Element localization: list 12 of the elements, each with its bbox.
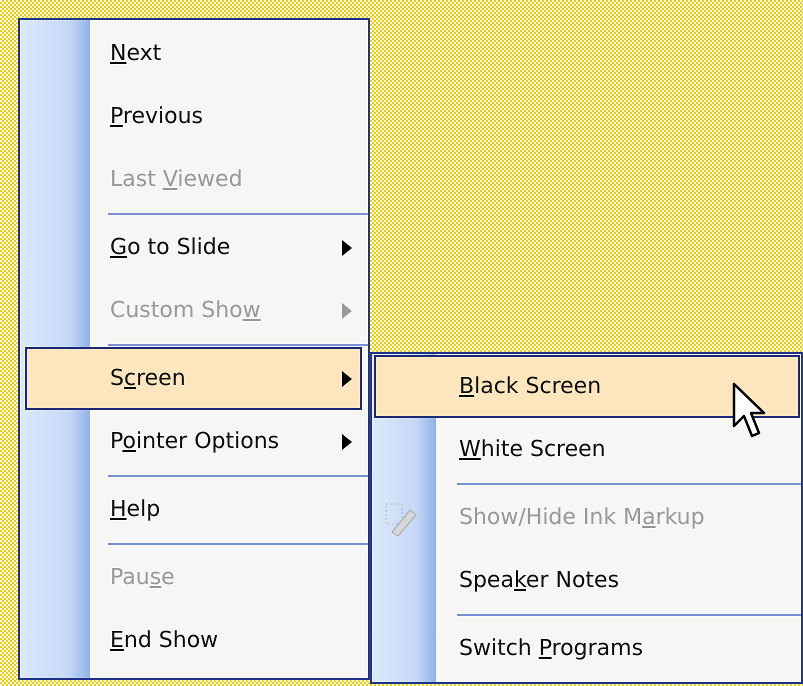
mouse-pointer-icon xyxy=(732,382,766,440)
menu-item[interactable]: Switch Programs xyxy=(374,617,800,680)
menu-item[interactable]: End Show xyxy=(25,609,362,672)
menu-item[interactable]: Screen xyxy=(25,347,362,410)
menu-item[interactable]: Previous xyxy=(25,85,362,148)
menu-item[interactable]: Go to Slide xyxy=(25,216,362,279)
menu-item[interactable]: Next xyxy=(25,22,362,85)
menu-item[interactable]: Pointer Options xyxy=(25,410,362,473)
menu-item[interactable]: White Screen xyxy=(374,418,800,481)
menu-item[interactable]: Black Screen xyxy=(374,355,800,418)
menu-item[interactable]: Speaker Notes xyxy=(374,549,800,612)
menu-item[interactable]: Help xyxy=(25,478,362,541)
